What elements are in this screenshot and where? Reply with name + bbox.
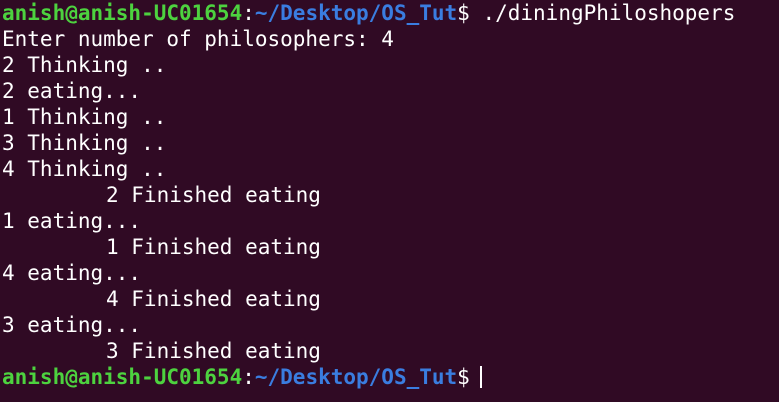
prompt-line-command: anish@anish-UC01654:~/Desktop/OS_Tut$ ./…	[0, 0, 779, 26]
output-line: 1 Thinking ..	[2, 105, 167, 129]
prompt-path: ~/Desktop/OS_Tut	[254, 365, 458, 389]
prompt-dollar: $	[457, 365, 470, 389]
entered-command: ./diningPhiloshopers	[469, 1, 736, 25]
output-text: 2 Finished eating	[106, 183, 321, 207]
text-cursor[interactable]	[479, 366, 482, 388]
output-line: 4 Thinking ..	[2, 157, 167, 181]
output-line: 2 eating...	[2, 79, 142, 103]
prompt-path: ~/Desktop/OS_Tut	[254, 1, 458, 25]
output-line: 2 Thinking ..	[2, 53, 167, 77]
output-text: 1 Finished eating	[106, 235, 321, 259]
output-line: 4 eating...	[2, 261, 142, 285]
output-line-indented: 1 Finished eating	[0, 234, 779, 260]
terminal-window[interactable]: anish@anish-UC01654:~/Desktop/OS_Tut$ ./…	[0, 0, 779, 402]
prompt-line-current[interactable]: anish@anish-UC01654:~/Desktop/OS_Tut$	[0, 364, 779, 390]
output-text: 4 Finished eating	[106, 287, 321, 311]
output-line-indented: 3 Finished eating	[0, 338, 779, 364]
output-line-indented: 2 Finished eating	[0, 182, 779, 208]
output-text: 3 Finished eating	[106, 339, 321, 363]
output-line: 3 eating...	[2, 313, 142, 337]
prompt-dollar: $	[457, 1, 470, 25]
output-line: 3 Thinking ..	[2, 131, 167, 155]
prompt-user-host: anish@anish-UC01654	[2, 1, 243, 25]
output-line-indented: 4 Finished eating	[0, 286, 779, 312]
prompt-user-host: anish@anish-UC01654	[2, 365, 243, 389]
output-line: 1 eating...	[2, 209, 142, 233]
output-line: Enter number of philosophers: 4	[2, 27, 394, 51]
prompt-colon: :	[242, 1, 255, 25]
prompt-colon: :	[242, 365, 255, 389]
